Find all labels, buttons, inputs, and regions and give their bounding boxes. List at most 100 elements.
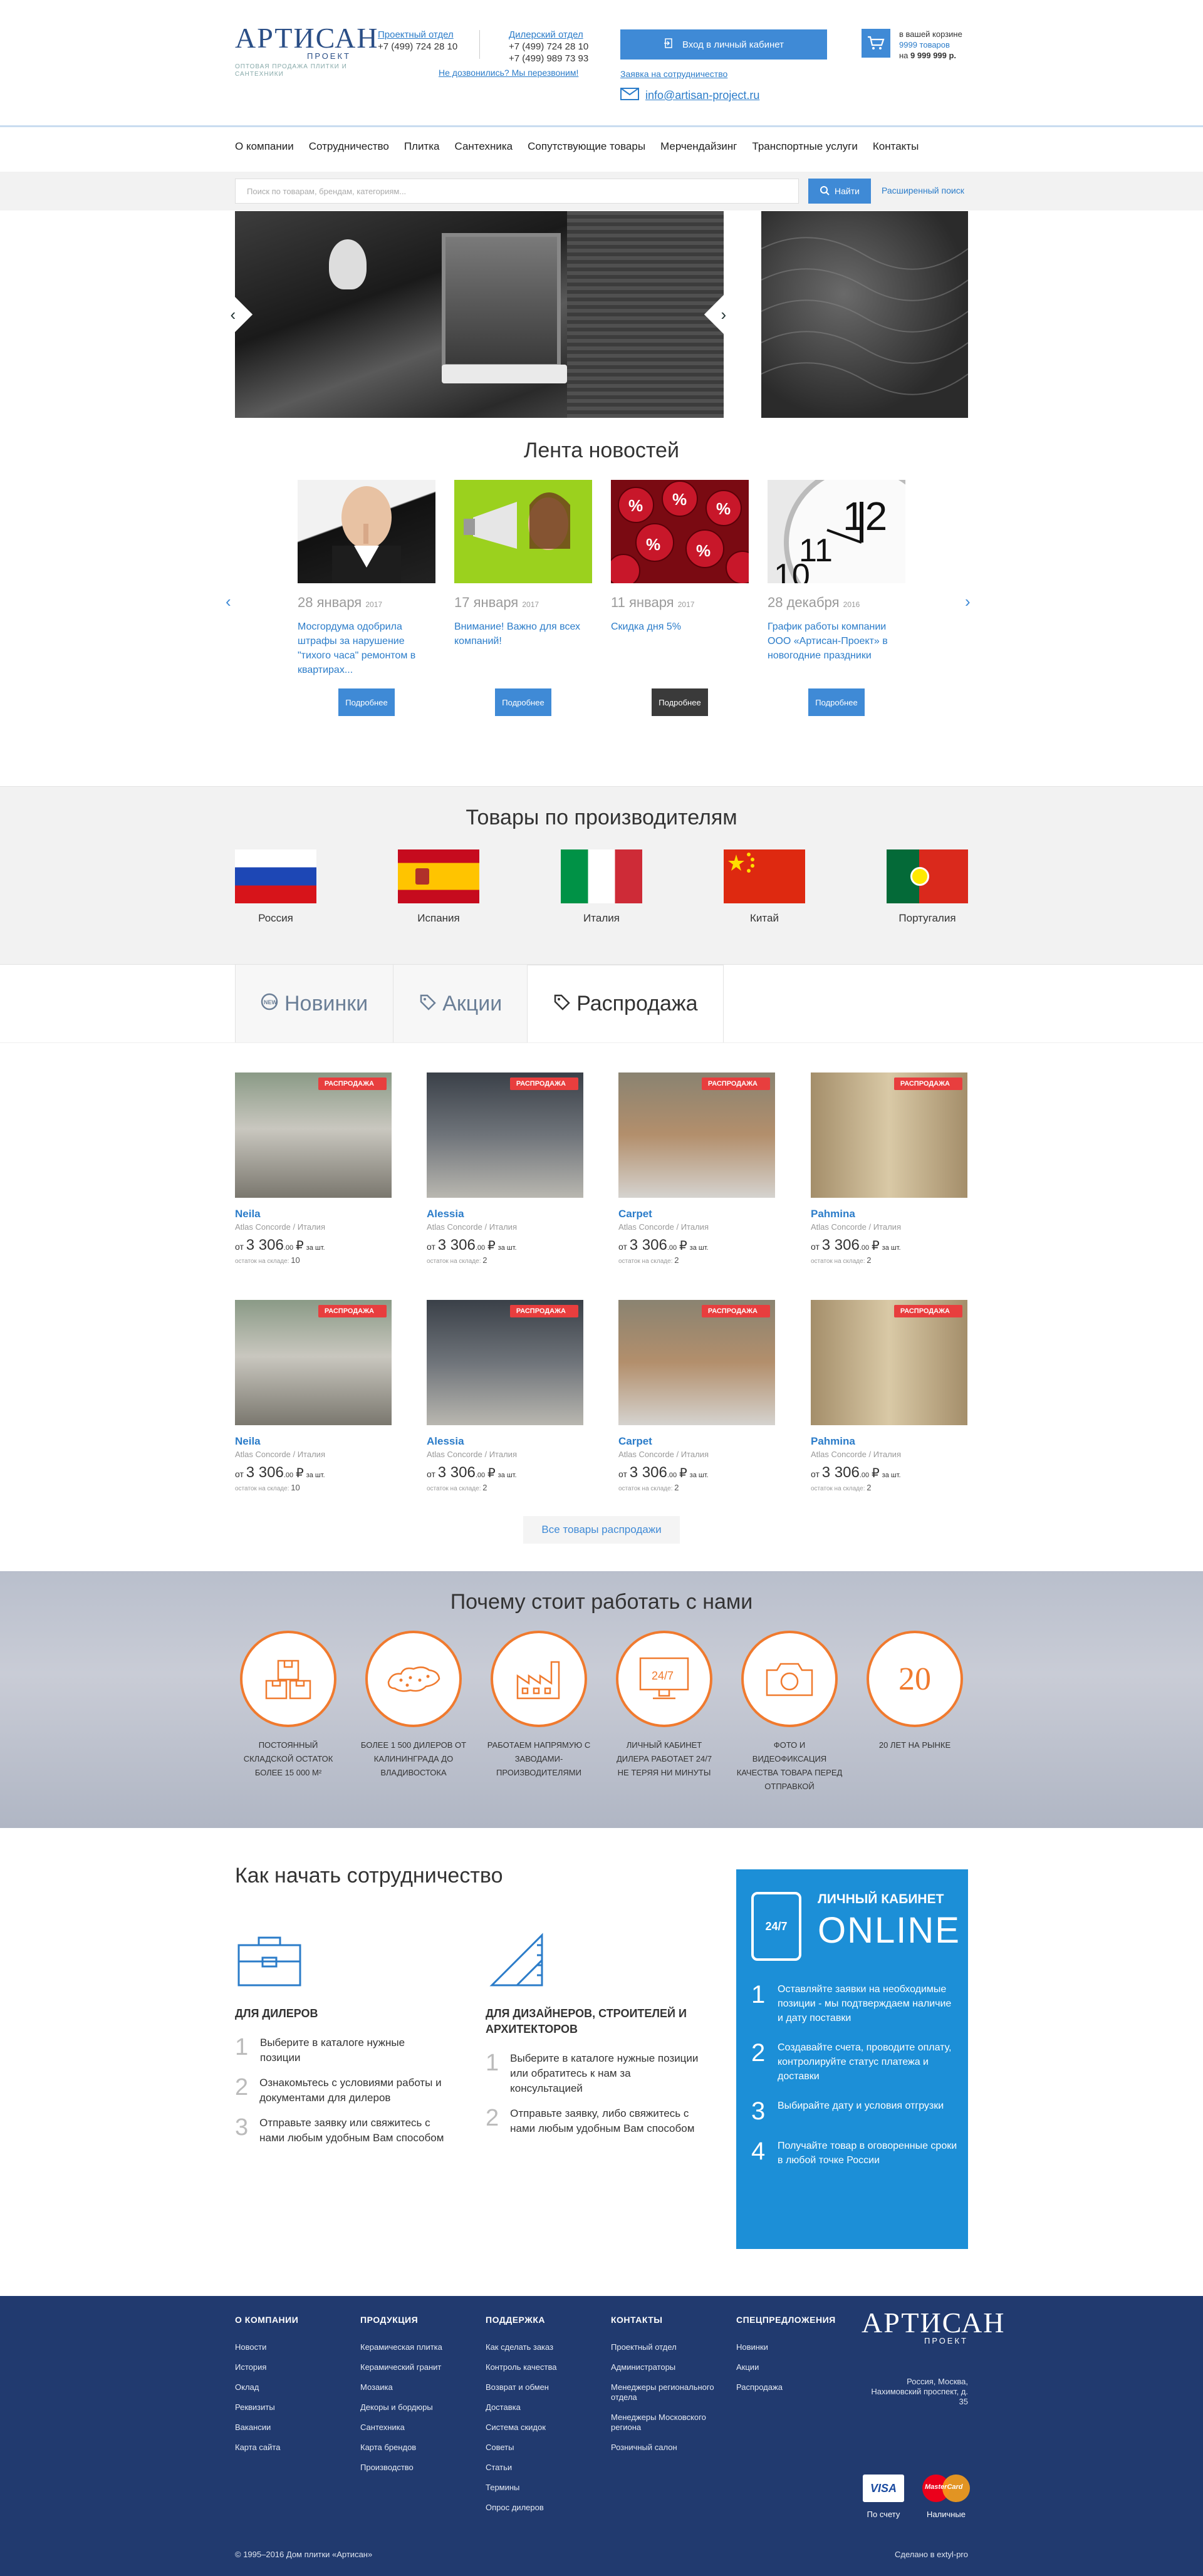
product-image[interactable]: РАСПРОДАЖА [618,1072,775,1198]
nav-item[interactable]: Мерчендайзинг [660,140,737,163]
partner-request-link[interactable]: Заявка на сотрудничество [620,69,727,79]
footer-link[interactable]: Вакансии [235,2423,354,2433]
product-image[interactable]: РАСПРОДАЖА [811,1072,967,1198]
news-image[interactable]: %%%%% [611,480,749,583]
news-link[interactable]: Скидка дня 5% [611,620,749,688]
product-name[interactable]: Pahmina [811,1435,967,1448]
phone-label-dealer[interactable]: Дилерский отдел [509,29,588,41]
product-name[interactable]: Carpet [618,1435,775,1448]
all-sale-button[interactable]: Все товары распродажи [523,1516,680,1544]
news-link[interactable]: Внимание! Важно для всех компаний! [454,620,592,688]
tab-promo[interactable]: Акции [393,965,528,1042]
footer-link[interactable]: Керамическая плитка [360,2342,479,2352]
product-card[interactable]: РАСПРОДАЖА Alessia Atlas Concorde / Италия… [427,1300,583,1492]
product-card[interactable]: РАСПРОДАЖА Pahmina Atlas Concorde / Италия… [811,1300,967,1492]
nav-item[interactable]: Сопутствующие товары [528,140,645,163]
footer-link[interactable]: Распродажа [736,2382,855,2392]
product-image[interactable]: РАСПРОДАЖА [427,1072,583,1198]
cart[interactable]: в вашей корзине 9999 товаров на 9 999 99… [862,29,962,61]
product-name[interactable]: Alessia [427,1208,583,1220]
footer-link[interactable]: Опрос дилеров [486,2503,605,2513]
online-cabinet-promo[interactable]: 24/7 ЛИЧНЫЙ КАБИНЕТ ONLINE 1 Оставляйте з… [736,1869,968,2249]
product-card[interactable]: РАСПРОДАЖА Pahmina Atlas Concorde / Италия… [811,1072,967,1265]
news-more-button[interactable]: Подробнее [338,688,395,716]
news-link[interactable]: Мосгордума одобрила штрафы за нарушение … [298,620,435,688]
footer-link[interactable]: Оклад [235,2382,354,2392]
product-image[interactable]: РАСПРОДАЖА [235,1072,392,1198]
footer-link[interactable]: Советы [486,2443,605,2453]
footer-link[interactable]: Менеджеры регионального отдела [611,2382,730,2402]
login-button[interactable]: Вход в личный кабинет [620,29,827,60]
footer-link[interactable]: Статьи [486,2463,605,2473]
phone-label-project[interactable]: Проектный отдел [378,29,457,41]
footer-link[interactable]: Декоры и бордюры [360,2402,479,2412]
footer-link[interactable]: Производство [360,2463,479,2473]
producer-china[interactable]: Китай [724,849,805,925]
logo[interactable]: АРТИСАН ПРОЕКТ ОПТОВАЯ ПРОДАЖА ПЛИТКИ И … [235,24,378,78]
producer-portugal[interactable]: Португалия [887,849,968,925]
producer-italy[interactable]: Италия [561,849,642,925]
news-image[interactable] [298,480,435,583]
tab-new[interactable]: NEW Новинки [235,965,394,1042]
product-image[interactable]: РАСПРОДАЖА [235,1300,392,1425]
developer-link[interactable]: Сделано в extyl-pro [887,2550,968,2559]
product-name[interactable]: Neila [235,1435,392,1448]
search-button[interactable]: Найти [808,179,871,204]
product-image[interactable]: РАСПРОДАЖА [811,1300,967,1425]
hero-slide-next[interactable] [761,211,968,418]
footer-link[interactable]: Возврат и обмен [486,2382,605,2392]
footer-link[interactable]: Контроль качества [486,2362,605,2372]
product-image[interactable]: РАСПРОДАЖА [618,1300,775,1425]
nav-item[interactable]: О компании [235,140,294,163]
footer-link[interactable]: История [235,2362,354,2372]
news-more-button[interactable]: Подробнее [495,688,551,716]
footer-link[interactable]: Проектный отдел [611,2342,730,2352]
footer-link[interactable]: Термины [486,2483,605,2493]
product-name[interactable]: Alessia [427,1435,583,1448]
footer-link[interactable]: Менеджеры Московского региона [611,2412,730,2433]
product-card[interactable]: РАСПРОДАЖА Neila Atlas Concorde / Италия от… [235,1300,392,1492]
footer-link[interactable]: Мозаика [360,2382,479,2392]
news-image[interactable] [454,480,592,583]
footer-link[interactable]: Администраторы [611,2362,730,2372]
nav-item[interactable]: Контакты [873,140,919,163]
product-name[interactable]: Pahmina [811,1208,967,1220]
nav-item[interactable]: Сантехника [455,140,513,163]
phone-number[interactable]: +7 (499) 724 28 10 [509,41,588,53]
footer-link[interactable]: Как сделать заказ [486,2342,605,2352]
nav-item[interactable]: Плитка [404,140,440,163]
producer-russia[interactable]: Россия [235,849,316,925]
news-next-button[interactable]: › [965,592,971,611]
tab-sale[interactable]: Распродажа [528,965,724,1042]
product-card[interactable]: РАСПРОДАЖА Carpet Atlas Concorde / Италия о… [618,1300,775,1492]
product-name[interactable]: Neila [235,1208,392,1220]
footer-link[interactable]: Сантехника [360,2423,479,2433]
footer-link[interactable]: Керамический гранит [360,2362,479,2372]
news-more-button[interactable]: Подробнее [808,688,865,716]
footer-link[interactable]: Новости [235,2342,354,2352]
footer-link[interactable]: Розничный салон [611,2443,730,2453]
news-more-button[interactable]: Подробнее [652,688,708,716]
footer-link[interactable]: Карта брендов [360,2443,479,2453]
news-image[interactable]: 12 11 10 [768,480,905,583]
phone-number[interactable]: +7 (499) 724 28 10 [378,41,457,53]
product-card[interactable]: РАСПРОДАЖА Carpet Atlas Concorde / Италия о… [618,1072,775,1265]
footer-logo[interactable]: АРТИСАН ПРОЕКТ Россия, Москва, Нахимовск… [862,2309,1004,2407]
footer-link[interactable]: Доставка [486,2402,605,2412]
product-name[interactable]: Carpet [618,1208,775,1220]
product-card[interactable]: РАСПРОДАЖА Alessia Atlas Concorde / Италия… [427,1072,583,1265]
producer-spain[interactable]: Испания [398,849,479,925]
footer-link[interactable]: Реквизиты [235,2402,354,2412]
footer-link[interactable]: Система скидок [486,2423,605,2433]
product-card[interactable]: РАСПРОДАЖА Neila Atlas Concorde / Италия от… [235,1072,392,1265]
nav-item[interactable]: Транспортные услуги [752,140,857,163]
callback-link[interactable]: Не дозвонились? Мы перезвоним! [439,68,578,78]
news-link[interactable]: График работы компании ООО «Артисан-Прое… [768,620,905,688]
hero-slide-main[interactable] [235,211,724,418]
advanced-search-link[interactable]: Расширенный поиск [882,185,964,195]
footer-link[interactable]: Карта сайта [235,2443,354,2453]
phone-number[interactable]: +7 (499) 989 73 93 [509,53,588,65]
nav-item[interactable]: Сотрудничество [309,140,389,163]
footer-link[interactable]: Новинки [736,2342,855,2352]
product-image[interactable]: РАСПРОДАЖА [427,1300,583,1425]
